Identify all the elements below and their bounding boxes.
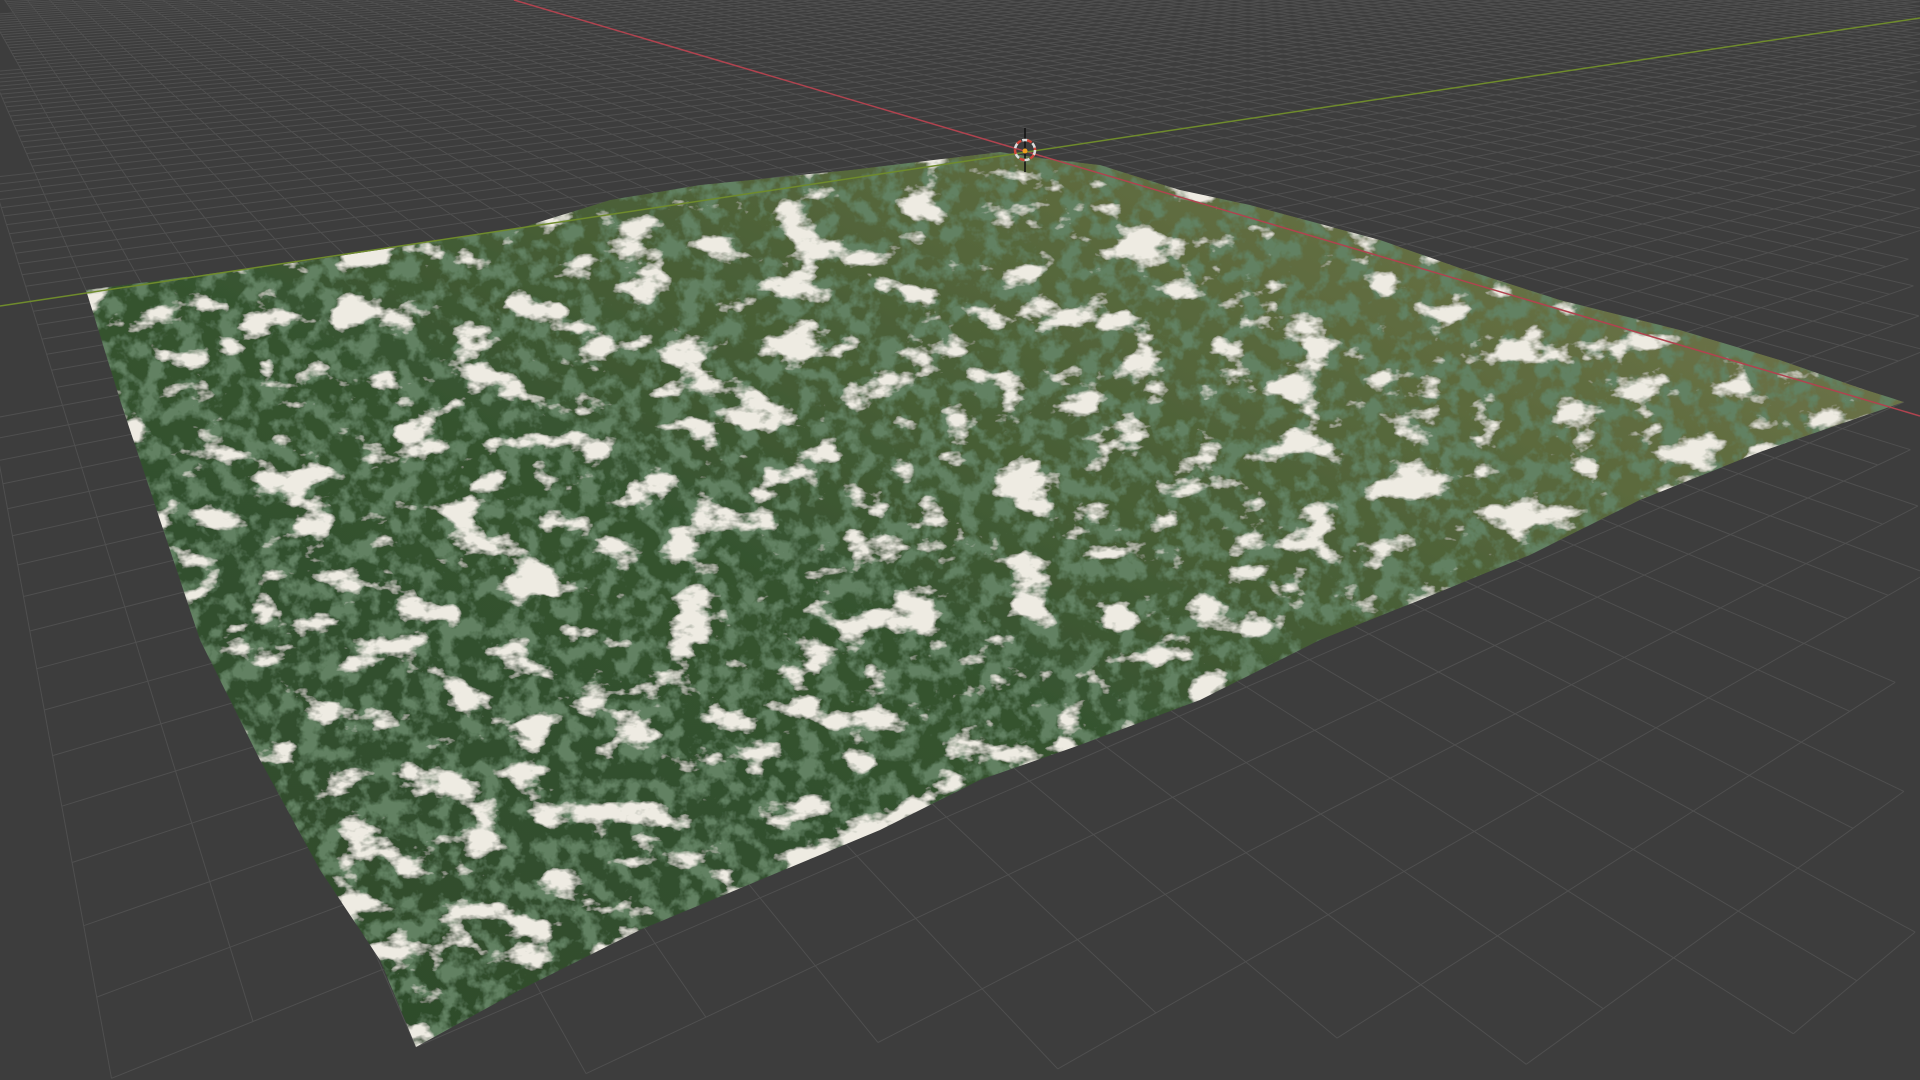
- 3d-viewport[interactable]: [0, 0, 1920, 1080]
- 3d-cursor-icon[interactable]: [1013, 128, 1037, 172]
- x-axis-line: [513, 0, 1920, 417]
- y-axis-line: [0, 17, 1920, 307]
- axes-overlay: [0, 0, 1920, 417]
